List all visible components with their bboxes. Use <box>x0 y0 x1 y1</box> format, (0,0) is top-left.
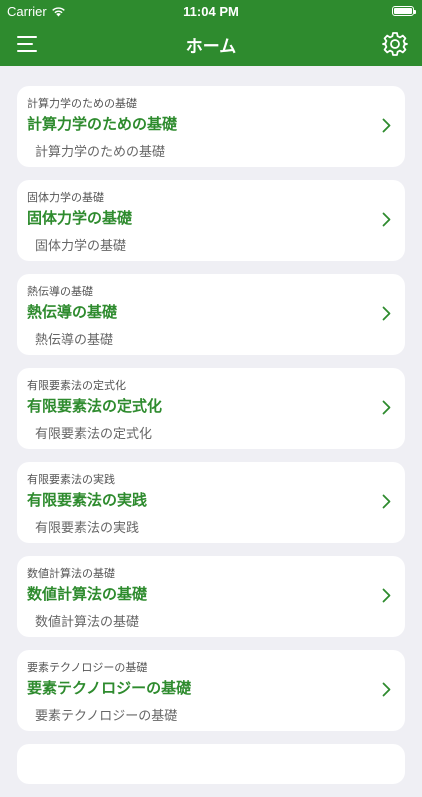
card-title: 熱伝導の基礎 <box>27 303 118 321</box>
chevron-right-icon <box>382 212 391 227</box>
chevron-right-icon <box>382 682 391 697</box>
card-subtitle: 数値計算法の基礎 <box>35 615 140 630</box>
card-caption: 要素テクノロジーの基礎 <box>27 661 148 674</box>
battery-icon <box>392 6 416 16</box>
card-caption: 計算力学のための基礎 <box>27 97 137 110</box>
gear-icon[interactable] <box>382 31 408 57</box>
topic-card[interactable]: 固体力学の基礎 固体力学の基礎 固体力学の基礎 <box>17 180 405 261</box>
card-title: 計算力学のための基礎 <box>27 115 178 133</box>
status-left: Carrier <box>0 4 66 19</box>
topic-card[interactable]: 要素テクノロジーの基礎 要素テクノロジーの基礎 要素テクノロジーの基礎 <box>17 650 405 731</box>
card-subtitle: 計算力学のための基礎 <box>35 145 166 160</box>
chevron-right-icon <box>382 588 391 603</box>
topic-card[interactable]: 有限要素法の定式化 有限要素法の定式化 有限要素法の定式化 <box>17 368 405 449</box>
card-title: 有限要素法の定式化 <box>27 397 163 415</box>
card-title: 有限要素法の実践 <box>27 491 148 509</box>
navigation-bar: ホーム <box>0 22 422 66</box>
card-caption: 数値計算法の基礎 <box>27 567 115 580</box>
card-caption: 有限要素法の定式化 <box>27 379 126 392</box>
carrier-label: Carrier <box>7 3 47 19</box>
card-subtitle: 熱伝導の基礎 <box>35 333 114 348</box>
card-subtitle: 固体力学の基礎 <box>35 239 127 254</box>
card-subtitle: 有限要素法の実践 <box>35 521 140 536</box>
chevron-right-icon <box>382 400 391 415</box>
topic-list: 計算力学のための基礎 計算力学のための基礎 計算力学のための基礎 固体力学の基礎… <box>17 86 405 797</box>
card-caption: 固体力学の基礎 <box>27 191 104 204</box>
card-caption: 熱伝導の基礎 <box>27 285 93 298</box>
page-title: ホーム <box>185 36 237 57</box>
topic-card[interactable]: 計算力学のための基礎 計算力学のための基礎 計算力学のための基礎 <box>17 86 405 167</box>
card-title: 要素テクノロジーの基礎 <box>27 679 192 697</box>
card-subtitle: 要素テクノロジーの基礎 <box>35 709 178 724</box>
hamburger-menu-icon[interactable] <box>17 34 37 54</box>
topic-card[interactable]: 熱伝導の基礎 熱伝導の基礎 熱伝導の基礎 <box>17 274 405 355</box>
chevron-right-icon <box>382 306 391 321</box>
status-bar: Carrier 11:04 PM <box>0 0 422 22</box>
card-caption: 有限要素法の実践 <box>27 473 115 486</box>
wifi-icon <box>51 6 65 16</box>
card-subtitle: 有限要素法の定式化 <box>35 427 153 442</box>
chevron-right-icon <box>382 118 391 133</box>
card-title: 固体力学の基礎 <box>27 209 133 227</box>
topic-card[interactable]: 有限要素法の実践 有限要素法の実践 有限要素法の実践 <box>17 462 405 543</box>
topic-card-partial[interactable] <box>17 744 405 784</box>
status-right <box>392 6 422 16</box>
card-title: 数値計算法の基礎 <box>27 585 148 603</box>
chevron-right-icon <box>382 494 391 509</box>
topic-card[interactable]: 数値計算法の基礎 数値計算法の基礎 数値計算法の基礎 <box>17 556 405 637</box>
